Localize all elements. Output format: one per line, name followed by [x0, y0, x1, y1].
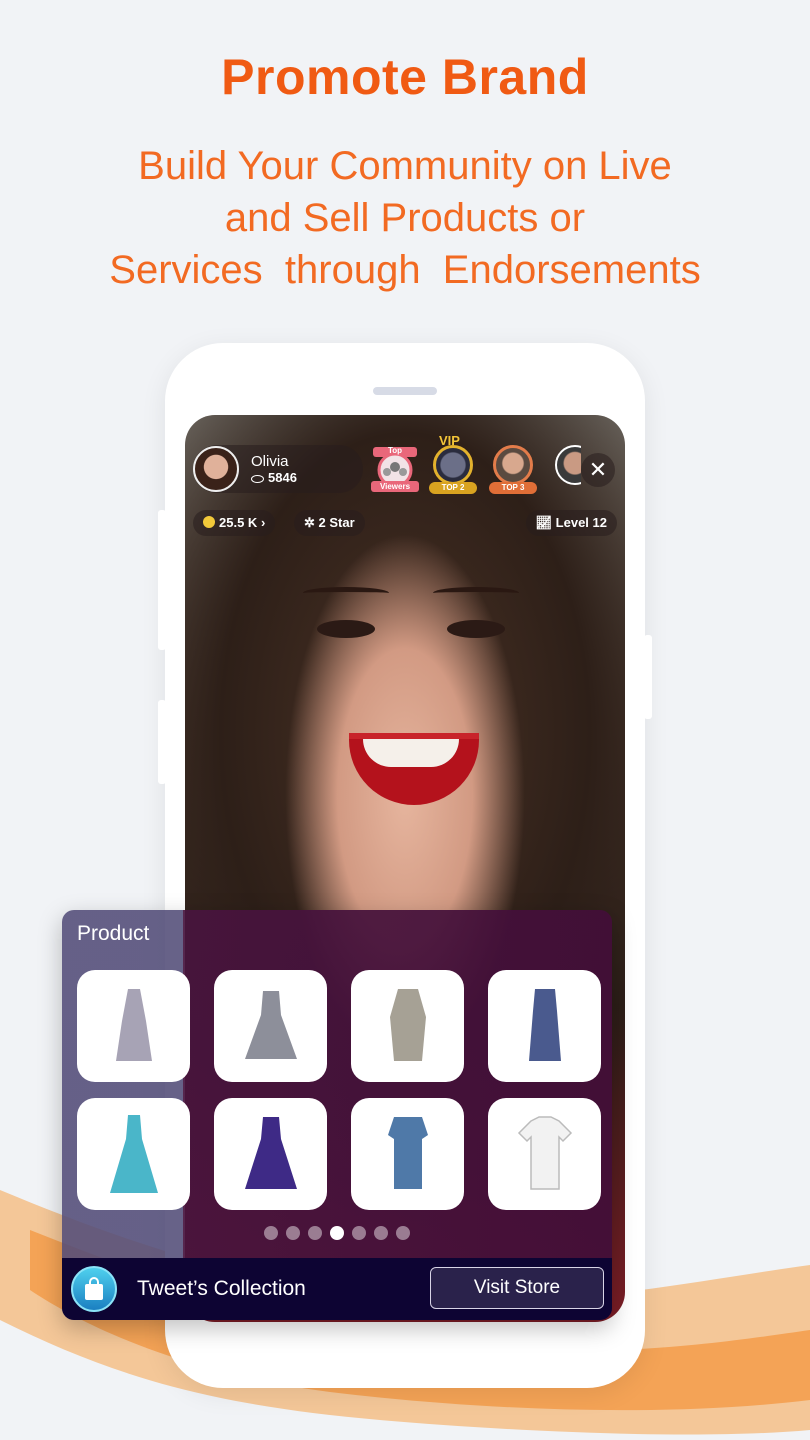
subtitle-line: Build Your Community on Live	[138, 144, 672, 188]
gingham-dress-icon	[244, 991, 297, 1059]
product-tile[interactable]	[488, 970, 601, 1082]
coin-icon	[203, 516, 215, 528]
top-viewers-badge[interactable]: Top Viewers	[367, 445, 423, 495]
pagination-dots	[62, 1226, 612, 1245]
top-gifter-3[interactable]: TOP 3	[489, 445, 537, 495]
viewer-count-value: 5846	[268, 470, 297, 485]
face-detail	[317, 620, 375, 638]
star-icon: ✲	[304, 515, 315, 530]
viewer-avatar[interactable]	[551, 445, 581, 495]
phone-side-button	[158, 700, 166, 784]
tshirt-icon	[517, 1116, 572, 1190]
level-badge[interactable]: 📈︎ Level 12	[525, 510, 617, 536]
gifter-avatar	[433, 445, 473, 485]
denim-dress-icon	[387, 1117, 428, 1189]
subtitle-line: Services through Endorsements	[109, 248, 701, 292]
product-tile[interactable]	[488, 1098, 601, 1210]
shopping-bag-icon	[71, 1266, 117, 1312]
product-tile[interactable]	[77, 1098, 190, 1210]
host-avatar	[193, 446, 239, 492]
store-bar: Tweet’s Collection Visit Store	[62, 1258, 612, 1320]
lace-dress-icon	[244, 1117, 297, 1189]
product-panel: Product Tweet’s Collection Visit Store	[62, 910, 612, 1320]
product-tile[interactable]	[214, 1098, 327, 1210]
face-detail	[349, 733, 479, 805]
subtitle-line: and Sell Products or	[224, 196, 586, 240]
phone-speaker	[373, 387, 437, 395]
polka-dress-icon	[528, 989, 561, 1061]
pagination-dot[interactable]	[330, 1226, 344, 1240]
page-subtitle: Build Your Community on Live and Sell Pr…	[0, 140, 810, 296]
rank-label: TOP 3	[489, 482, 537, 494]
face-detail	[303, 587, 389, 599]
face-detail	[447, 620, 505, 638]
gifter-avatar	[555, 445, 581, 485]
product-tile[interactable]	[351, 970, 464, 1082]
top-viewers-label: Viewers	[379, 482, 411, 491]
eye-icon	[251, 474, 264, 483]
close-icon[interactable]: ✕	[581, 453, 615, 487]
rank-label: TOP 2	[429, 482, 477, 494]
star-value: 2 Star	[318, 515, 355, 530]
product-grid	[77, 970, 601, 1210]
halter-dress-icon	[115, 989, 152, 1061]
face-detail	[433, 587, 519, 599]
chart-icon: 📈︎	[535, 515, 553, 530]
top-gifter-2[interactable]: VIP TOP 2	[429, 433, 477, 495]
product-tile[interactable]	[77, 970, 190, 1082]
phone-side-button	[158, 510, 166, 650]
host-meta: Olivia 5846	[239, 453, 297, 485]
panel-title: Product	[77, 922, 150, 945]
star-badge[interactable]: ✲ 2 Star	[294, 510, 365, 536]
gifter-avatar	[493, 445, 533, 485]
visit-store-button[interactable]: Visit Store	[430, 1267, 604, 1309]
top-viewers-label: Top	[387, 446, 403, 455]
coin-balance[interactable]: 25.5 K ›	[193, 510, 276, 536]
trench-dress-icon	[389, 989, 426, 1061]
host-name: Olivia	[251, 453, 289, 470]
store-name: Tweet’s Collection	[137, 1277, 306, 1300]
product-tile[interactable]	[351, 1098, 464, 1210]
chevron-right-icon: ›	[260, 515, 266, 530]
page-headline: Promote Brand	[221, 49, 589, 105]
pagination-dot[interactable]	[308, 1226, 322, 1240]
viewer-count: 5846	[251, 470, 297, 485]
product-tile[interactable]	[214, 970, 327, 1082]
pagination-dot[interactable]	[352, 1226, 366, 1240]
pagination-dot[interactable]	[396, 1226, 410, 1240]
pagination-dot[interactable]	[264, 1226, 278, 1240]
level-value: Level 12	[555, 515, 607, 530]
gown-dress-icon	[109, 1115, 158, 1193]
coin-value: 25.5 K	[219, 515, 258, 530]
host-info[interactable]: Olivia 5846	[193, 445, 363, 493]
pagination-dot[interactable]	[374, 1226, 388, 1240]
pagination-dot[interactable]	[286, 1226, 300, 1240]
phone-side-button	[644, 635, 652, 719]
